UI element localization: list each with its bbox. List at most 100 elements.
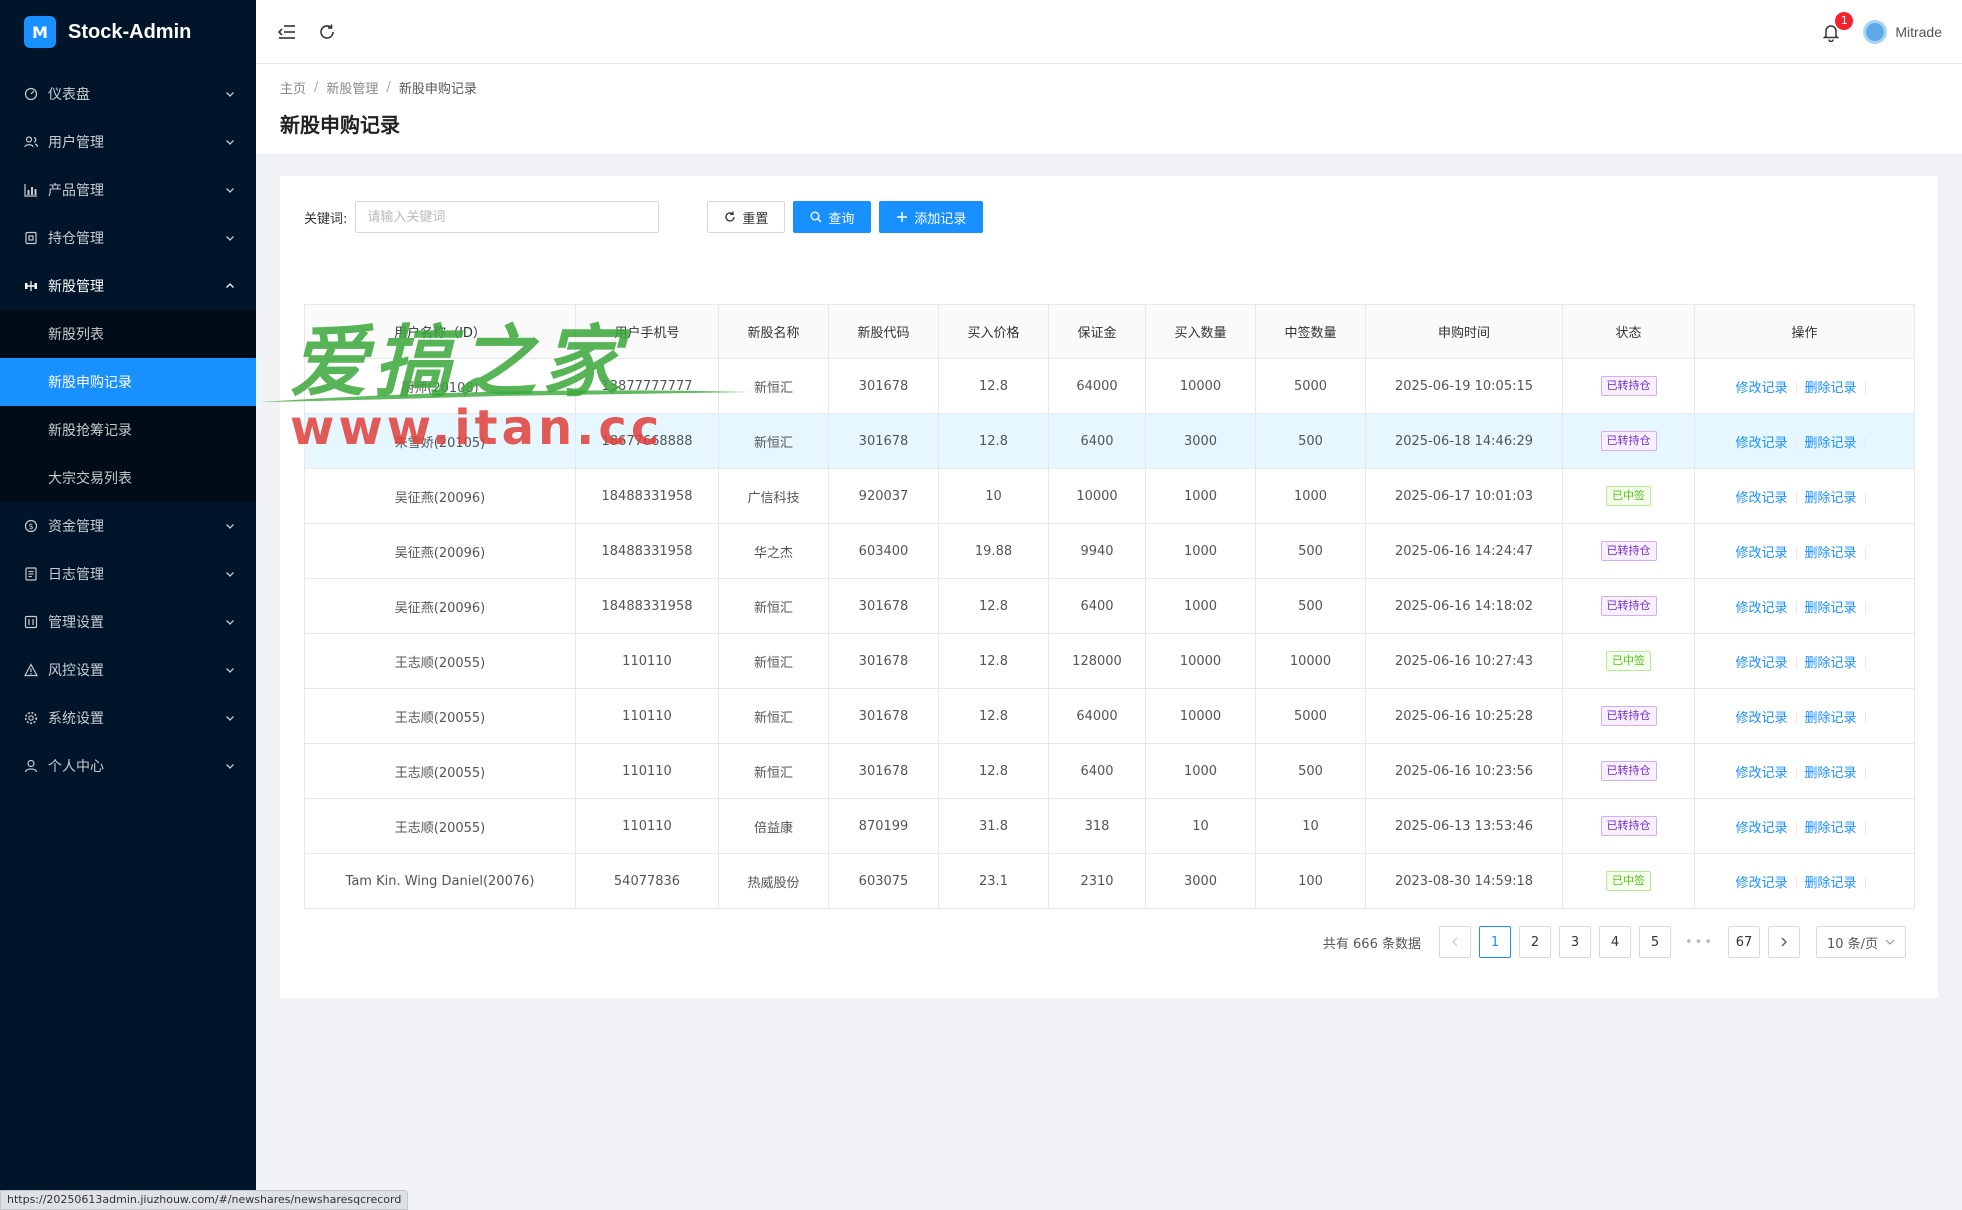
submenu-item-4[interactable]: 大宗交易列表	[0, 454, 256, 502]
sidebar-item-2[interactable]: 用户管理	[0, 118, 256, 166]
table-row[interactable]: 吴征燕(20096) 18488331958 华之杰 603400 19.88 9940 1…	[304, 523, 1915, 579]
sidebar-item-8[interactable]: 管理设置	[0, 598, 256, 646]
pagination-ellipsis[interactable]: •••	[1678, 926, 1720, 958]
page-5[interactable]: 5	[1638, 926, 1671, 958]
edit-record-link[interactable]: 修改记录	[1735, 546, 1787, 561]
delete-record-link[interactable]: 删除记录	[1805, 601, 1857, 616]
table-row[interactable]: 朱雪娇(20105) 18677668888 新恒汇 301678 12.8 6400 30…	[304, 413, 1915, 469]
sidebar-item-5[interactable]: 新股管理	[0, 262, 256, 310]
actions-cell: 修改记录 删除记录	[1694, 798, 1915, 854]
price-cell: 12.8	[938, 578, 1049, 634]
table-row[interactable]: 王志顺(20055) 110110 倍益康 870199 31.8 318 10 10 2025…	[304, 798, 1915, 854]
stock-code-cell: 870199	[828, 798, 939, 854]
delete-record-link[interactable]: 删除记录	[1805, 546, 1857, 561]
delete-record-link[interactable]: 删除记录	[1805, 656, 1857, 671]
pagination-total: 共有 666 条数据	[1322, 936, 1421, 952]
edit-record-link[interactable]: 修改记录	[1735, 766, 1787, 781]
logo-icon: M	[24, 16, 56, 48]
page-title: 新股申购记录	[280, 113, 400, 137]
phone-cell: 110110	[575, 743, 719, 799]
margin-cell: 64000	[1048, 688, 1146, 744]
delete-record-link[interactable]: 删除记录	[1805, 766, 1857, 781]
users-icon	[24, 135, 38, 149]
page-2[interactable]: 2	[1518, 926, 1551, 958]
submenu-item-3[interactable]: 新股抢筹记录	[0, 406, 256, 454]
edit-record-link[interactable]: 修改记录	[1735, 381, 1787, 396]
submenu-item-2[interactable]: 新股申购记录	[0, 358, 256, 406]
phone-cell: 18677668888	[575, 413, 719, 469]
action-divider	[1864, 547, 1866, 559]
sidebar-item-1[interactable]: 仪表盘	[0, 70, 256, 118]
status-cell: 已转持仓	[1562, 798, 1695, 854]
add-record-button[interactable]: 添加记录	[879, 201, 984, 233]
keyword-input[interactable]	[355, 201, 660, 233]
table-row[interactable]: 吴征燕(20096) 18488331958 新恒汇 301678 12.8 6400 10…	[304, 578, 1915, 634]
status-cell: 已转持仓	[1562, 578, 1695, 634]
submenu-item-1[interactable]: 新股列表	[0, 310, 256, 358]
refresh-icon[interactable]	[316, 21, 338, 43]
sidebar-item-9[interactable]: 风控设置	[0, 646, 256, 694]
phone-cell: 18488331958	[575, 578, 719, 634]
warning-icon	[24, 663, 38, 677]
prev-page-button[interactable]	[1438, 926, 1471, 958]
actions-cell: 修改记录 删除记录	[1694, 633, 1915, 689]
chevron-up-icon	[224, 280, 236, 292]
price-cell: 19.88	[938, 523, 1049, 579]
table-row[interactable]: Tam Kin. Wing Daniel(20076) 54077836 热威股份 6…	[304, 853, 1915, 909]
page-3[interactable]: 3	[1558, 926, 1591, 958]
menu-fold-icon[interactable]	[276, 21, 298, 43]
breadcrumb-current: 新股申购记录	[398, 82, 477, 97]
page-size-select[interactable]: 10 条/页	[1816, 926, 1906, 958]
status-badge: 已转持仓	[1600, 431, 1657, 451]
sidebar-item-10[interactable]: 系统设置	[0, 694, 256, 742]
user-menu[interactable]: Mitrade	[1863, 19, 1942, 44]
breadcrumb-home[interactable]: 主页	[280, 78, 306, 97]
query-button[interactable]: 查询	[793, 201, 872, 233]
edit-record-link[interactable]: 修改记录	[1735, 711, 1787, 726]
edit-record-link[interactable]: 修改记录	[1735, 491, 1787, 506]
reset-button[interactable]: 重置	[707, 201, 786, 233]
sidebar-item-7[interactable]: 日志管理	[0, 550, 256, 598]
edit-record-link[interactable]: 修改记录	[1735, 821, 1787, 836]
edit-record-link[interactable]: 修改记录	[1735, 436, 1787, 451]
action-divider	[1864, 492, 1866, 504]
user-name-cell: Tam Kin. Wing Daniel(20076)	[304, 853, 576, 909]
user-name-cell: 王志顺(20055)	[304, 633, 576, 689]
delete-record-link[interactable]: 删除记录	[1805, 876, 1857, 891]
sidebar-item-6[interactable]: $ 资金管理	[0, 502, 256, 550]
page-1[interactable]: 1	[1478, 926, 1511, 958]
table-row[interactable]: 王志顺(20055) 110110 新恒汇 301678 12.8 128000 10000…	[304, 633, 1915, 689]
status-cell: 已中签	[1562, 853, 1695, 909]
action-divider	[1795, 437, 1797, 449]
won-quantity-cell: 5000	[1255, 688, 1366, 744]
notification-bell-icon[interactable]: 1	[1821, 11, 1854, 42]
delete-record-link[interactable]: 删除记录	[1805, 821, 1857, 836]
sidebar-item-3[interactable]: 产品管理	[0, 166, 256, 214]
edit-record-link[interactable]: 修改记录	[1735, 656, 1787, 671]
column-header: 新股名称	[718, 304, 829, 359]
page-last[interactable]: 67	[1728, 926, 1760, 958]
actions-cell: 修改记录 删除记录	[1694, 358, 1915, 414]
table-row[interactable]: 王志顺(20055) 110110 新恒汇 301678 12.8 6400 1000 500…	[304, 743, 1915, 799]
table-row[interactable]: 吴征燕(20096) 18488331958 广信科技 920037 10 10000 10…	[304, 468, 1915, 524]
sidebar-item-11[interactable]: 个人中心	[0, 742, 256, 790]
action-divider	[1795, 602, 1797, 614]
delete-record-link[interactable]: 删除记录	[1805, 436, 1857, 451]
status-cell: 已转持仓	[1562, 523, 1695, 579]
delete-record-link[interactable]: 删除记录	[1805, 711, 1857, 726]
edit-record-link[interactable]: 修改记录	[1735, 876, 1787, 891]
delete-record-link[interactable]: 删除记录	[1805, 491, 1857, 506]
page-4[interactable]: 4	[1598, 926, 1631, 958]
sidebar-item-4[interactable]: 持仓管理	[0, 214, 256, 262]
edit-record-link[interactable]: 修改记录	[1735, 601, 1787, 616]
table-row[interactable]: 王志顺(20055) 110110 新恒汇 301678 12.8 64000 10000 5…	[304, 688, 1915, 744]
breadcrumb-ipo-management[interactable]: 新股管理	[326, 78, 378, 97]
logo[interactable]: M Stock-Admin	[0, 0, 256, 64]
time-cell: 2025-06-16 10:25:28	[1365, 688, 1563, 744]
next-page-button[interactable]	[1768, 926, 1800, 958]
status-badge: 已转持仓	[1600, 761, 1657, 781]
margin-cell: 9940	[1048, 523, 1146, 579]
delete-record-link[interactable]: 删除记录	[1805, 381, 1857, 396]
page-list: 12345	[1471, 926, 1671, 958]
table-row[interactable]: 厨师(20108) 13877777777 新恒汇 301678 12.8 64000 10…	[304, 358, 1915, 414]
